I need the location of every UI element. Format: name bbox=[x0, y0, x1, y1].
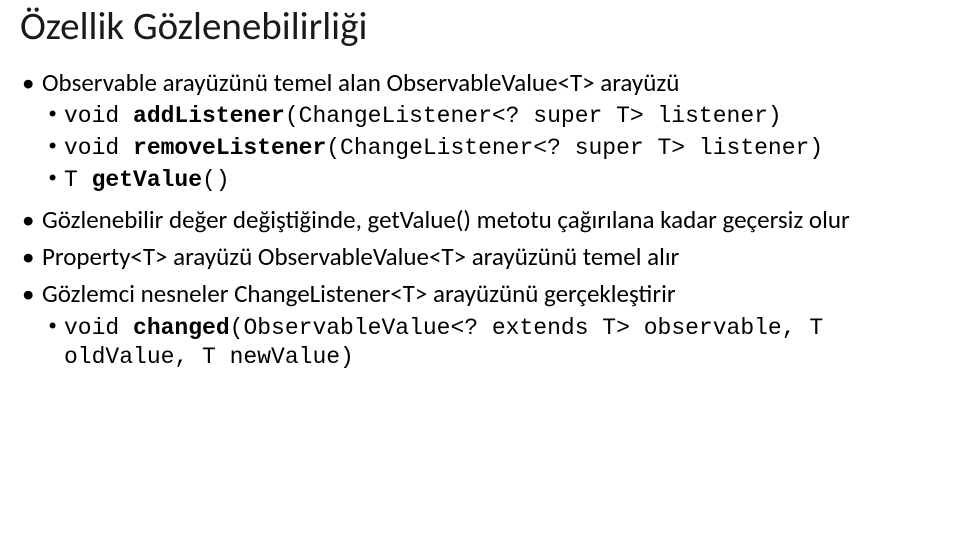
slide-title: Özellik Gözlenebilirliği bbox=[20, 6, 940, 49]
bullet-1-sublist: void addListener(ChangeListener<? super … bbox=[42, 102, 940, 196]
kw-T: T bbox=[64, 167, 92, 193]
bullet-1: Observable arayüzünü temel alan Observab… bbox=[20, 67, 940, 196]
method-getValue: getValue bbox=[92, 167, 202, 193]
params-1: (ChangeListener<? super T> listener) bbox=[285, 103, 782, 129]
params-2: (ChangeListener<? super T> listener) bbox=[326, 135, 823, 161]
kw-void-3: void bbox=[64, 315, 133, 341]
slide-body: Özellik Gözlenebilirliği Observable aray… bbox=[0, 0, 960, 373]
bullet-4: Gözlemci nesneler ChangeListener<T> aray… bbox=[20, 278, 940, 373]
sub-4-1: void changed(ObservableValue<? extends T… bbox=[42, 314, 940, 374]
method-addListener: addListener bbox=[133, 103, 285, 129]
sub-1-1: void addListener(ChangeListener<? super … bbox=[42, 102, 940, 132]
bullet-3-text: Property<T> arayüzü ObservableValue<T> a… bbox=[42, 241, 679, 272]
kw-void-2: void bbox=[64, 135, 133, 161]
bullet-2-text: Gözlenebilir değer değiştiğinde, getValu… bbox=[42, 204, 850, 235]
kw-void: void bbox=[64, 103, 133, 129]
bullet-4-text: Gözlemci nesneler ChangeListener<T> aray… bbox=[42, 278, 676, 309]
params-3: () bbox=[202, 167, 230, 193]
method-changed: changed bbox=[133, 315, 230, 341]
bullet-3: Property<T> arayüzü ObservableValue<T> a… bbox=[20, 241, 940, 272]
sub-1-2: void removeListener(ChangeListener<? sup… bbox=[42, 134, 940, 164]
bullet-2: Gözlenebilir değer değiştiğinde, getValu… bbox=[20, 204, 940, 235]
bullet-list: Observable arayüzünü temel alan Observab… bbox=[20, 67, 940, 373]
sub-1-3: T getValue() bbox=[42, 166, 940, 196]
method-removeListener: removeListener bbox=[133, 135, 326, 161]
bullet-1-text: Observable arayüzünü temel alan Observab… bbox=[42, 67, 679, 98]
bullet-4-sublist: void changed(ObservableValue<? extends T… bbox=[42, 314, 940, 374]
